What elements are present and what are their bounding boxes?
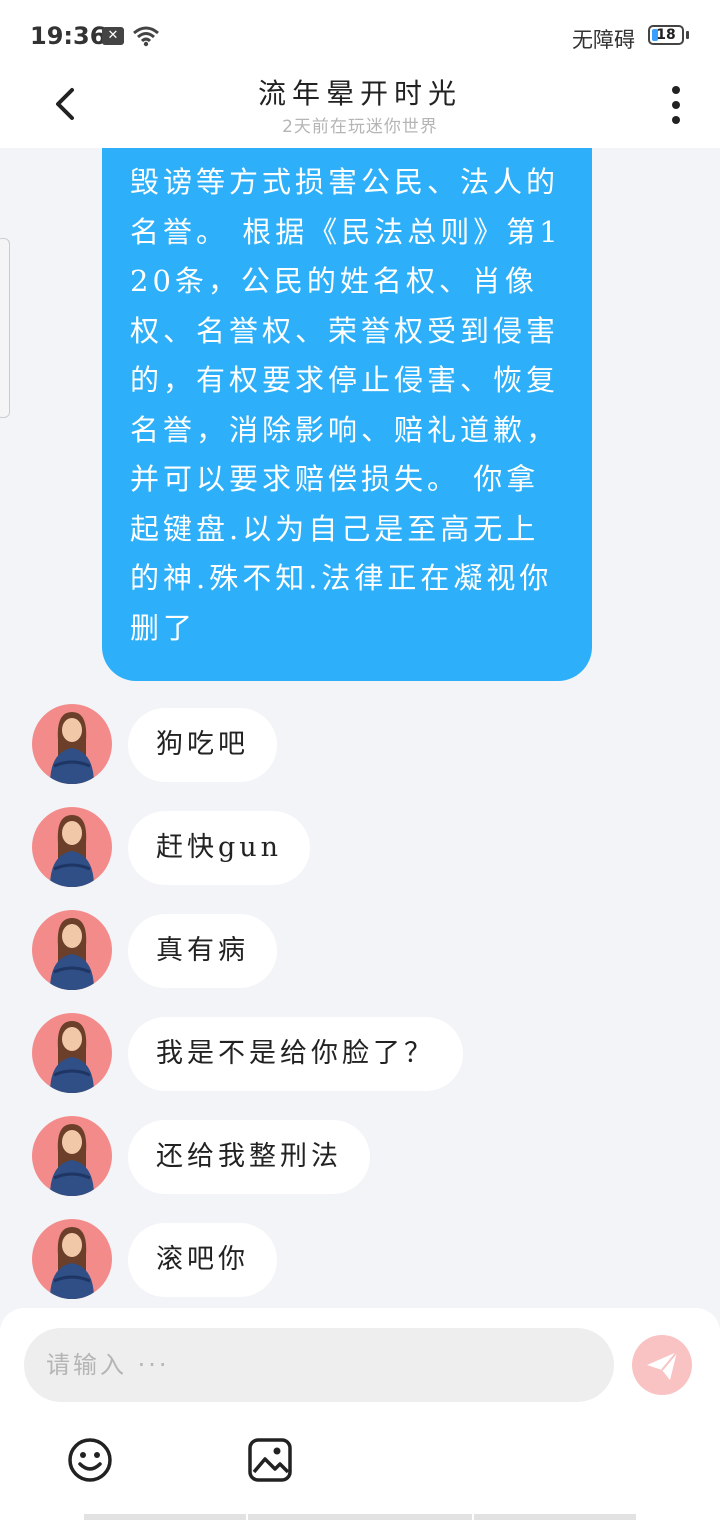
received-message-row: 赶快gun bbox=[0, 807, 720, 887]
received-message-row: 狗吃吧 bbox=[0, 704, 720, 784]
battery-icon: 18 bbox=[648, 25, 684, 45]
bottom-bar-segment bbox=[84, 1514, 246, 1520]
avatar[interactable] bbox=[32, 1219, 112, 1299]
battery-level: 18 bbox=[656, 27, 676, 43]
received-message-row: 滚吧你 bbox=[0, 1219, 720, 1299]
more-vertical-icon bbox=[672, 86, 680, 94]
input-panel bbox=[0, 1308, 720, 1520]
avatar-image bbox=[50, 918, 94, 990]
side-drawer-handle[interactable] bbox=[0, 238, 10, 418]
battery-tip bbox=[686, 31, 689, 39]
received-message-bubble[interactable]: 还给我整刑法 bbox=[128, 1120, 370, 1194]
avatar[interactable] bbox=[32, 1116, 112, 1196]
chat-subtitle: 2天前在玩迷你世界 bbox=[282, 117, 438, 137]
accessibility-label: 无障碍 bbox=[572, 28, 635, 52]
send-button[interactable] bbox=[632, 1335, 692, 1395]
avatar-image bbox=[50, 1227, 94, 1299]
more-button[interactable] bbox=[660, 80, 692, 130]
avatar-image bbox=[50, 1124, 94, 1196]
chat-title: 流年晕开时光 bbox=[257, 77, 462, 110]
received-message-row: 我是不是给你脸了？ bbox=[0, 1013, 720, 1093]
bottom-bar-segment bbox=[474, 1514, 636, 1520]
received-message-bubble[interactable]: 真有病 bbox=[128, 914, 277, 988]
chat-messages[interactable]: 毁谤等方式损害公民、法人的名誉。 根据《民法总则》第120条，公民的姓名权、肖像… bbox=[0, 148, 720, 1308]
avatar[interactable] bbox=[32, 704, 112, 784]
sent-message-bubble[interactable]: 毁谤等方式损害公民、法人的名誉。 根据《民法总则》第120条，公民的姓名权、肖像… bbox=[102, 148, 592, 681]
received-message-bubble[interactable]: 滚吧你 bbox=[128, 1223, 277, 1297]
received-message-row: 还给我整刑法 bbox=[0, 1116, 720, 1196]
avatar-image bbox=[50, 712, 94, 784]
status-bar: 19:36 ✕ 无障碍 18 bbox=[0, 0, 720, 72]
received-message-bubble[interactable]: 狗吃吧 bbox=[128, 708, 277, 782]
image-icon bbox=[248, 1438, 292, 1482]
avatar-image bbox=[50, 815, 94, 887]
notification-icon: ✕ bbox=[102, 27, 124, 45]
received-message-bubble[interactable]: 我是不是给你脸了？ bbox=[128, 1017, 463, 1091]
avatar[interactable] bbox=[32, 807, 112, 887]
received-message-row: 真有病 bbox=[0, 910, 720, 990]
wifi-icon bbox=[133, 26, 159, 47]
image-button[interactable] bbox=[246, 1436, 294, 1484]
chat-header: 流年晕开时光 2天前在玩迷你世界 bbox=[0, 72, 720, 148]
avatar-image bbox=[50, 1021, 94, 1093]
status-time: 19:36 bbox=[30, 22, 107, 50]
received-message-bubble[interactable]: 赶快gun bbox=[128, 811, 311, 885]
bottom-bar-segment bbox=[248, 1514, 472, 1520]
avatar[interactable] bbox=[32, 1013, 112, 1093]
send-icon bbox=[647, 1351, 678, 1380]
emoji-icon bbox=[68, 1438, 112, 1482]
message-input[interactable] bbox=[24, 1328, 614, 1402]
avatar[interactable] bbox=[32, 910, 112, 990]
emoji-button[interactable] bbox=[66, 1436, 114, 1484]
